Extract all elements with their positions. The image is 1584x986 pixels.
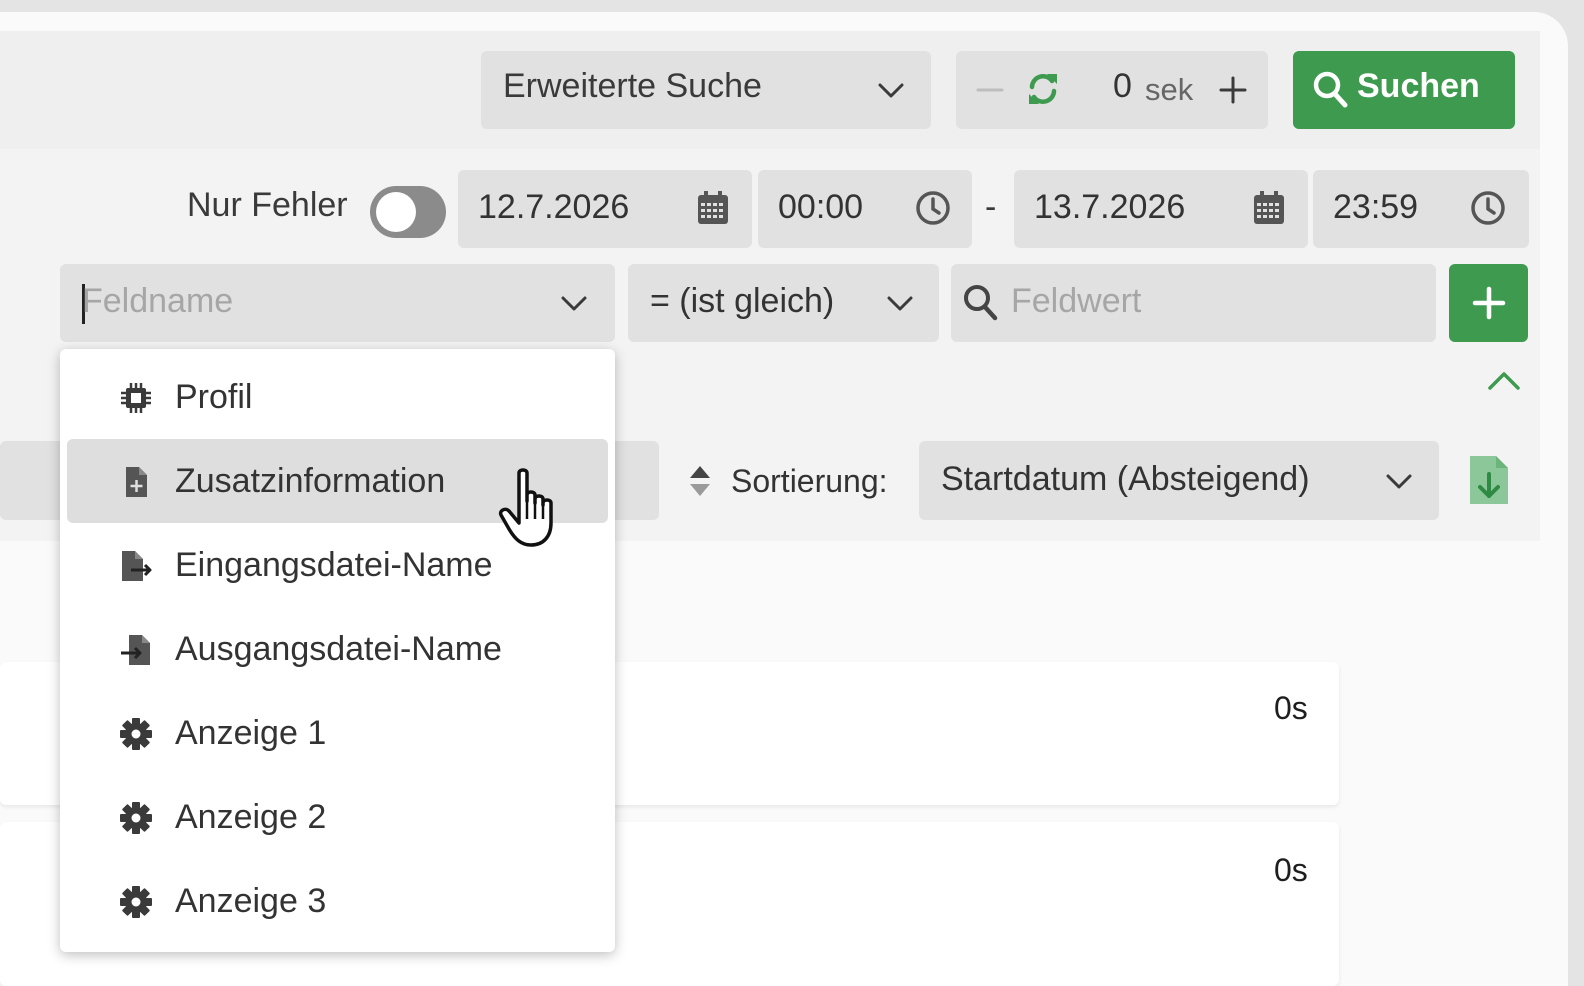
- chevron-down-icon: [886, 291, 914, 315]
- clock-icon[interactable]: [915, 190, 951, 226]
- refresh-interval-control: 0 sek: [956, 51, 1268, 129]
- start-time-value: 00:00: [778, 188, 864, 226]
- main-window: Erweiterte Suche 0 sek Suchen Nur Fehler…: [0, 12, 1568, 986]
- collapse-filters-icon[interactable]: [1486, 368, 1522, 394]
- end-date-field[interactable]: 13.7.2026: [1014, 170, 1308, 248]
- plus-icon: [1472, 286, 1506, 320]
- clock-icon[interactable]: [1470, 190, 1506, 226]
- start-date-value: 12.7.2026: [478, 188, 630, 226]
- field-name-combobox[interactable]: Feldname: [60, 264, 615, 342]
- gear-icon: [119, 801, 153, 835]
- menu-item-zusatzinformation[interactable]: Zusatzinformation: [67, 439, 608, 547]
- sort-icon: [688, 464, 712, 498]
- chevron-down-icon: [877, 78, 905, 102]
- menu-item-label: Profil: [175, 378, 253, 416]
- menu-item-anzeige-1[interactable]: Anzeige 1: [67, 691, 608, 775]
- only-errors-toggle[interactable]: [370, 186, 446, 238]
- start-time-field[interactable]: 00:00: [758, 170, 972, 248]
- date-range-separator: -: [985, 188, 997, 226]
- menu-item-anzeige-2[interactable]: Anzeige 2: [67, 775, 608, 859]
- menu-item-eingangsdatei-name[interactable]: Eingangsdatei-Name: [67, 523, 608, 607]
- decrement-icon[interactable]: [976, 78, 1004, 102]
- refresh-unit: sek: [1145, 72, 1194, 107]
- field-value-input[interactable]: Feldwert: [951, 264, 1436, 342]
- menu-item-anzeige-3[interactable]: Anzeige 3: [67, 859, 608, 943]
- search-icon: [963, 284, 999, 322]
- field-value-placeholder: Feldwert: [1011, 282, 1142, 320]
- file-plus-icon: [119, 465, 153, 499]
- menu-item-profil[interactable]: Profil: [67, 355, 608, 439]
- calendar-icon[interactable]: [1252, 190, 1286, 226]
- refresh-value: 0: [1113, 67, 1132, 105]
- file-export-icon: [119, 633, 153, 667]
- gear-icon: [119, 717, 153, 751]
- gear-icon: [119, 885, 153, 919]
- operator-select[interactable]: = (ist gleich): [628, 264, 939, 342]
- chevron-down-icon: [1385, 469, 1413, 493]
- search-mode-select[interactable]: Erweiterte Suche: [481, 51, 931, 129]
- operator-value: = (ist gleich): [650, 282, 835, 320]
- sort-select[interactable]: Startdatum (Absteigend): [919, 441, 1439, 520]
- menu-item-label: Anzeige 2: [175, 798, 327, 836]
- menu-item-label: Zusatzinformation: [175, 462, 446, 500]
- result-duration: 0s: [1274, 852, 1308, 888]
- refresh-icon[interactable]: [1024, 70, 1062, 108]
- chevron-down-icon[interactable]: [560, 291, 588, 315]
- search-icon: [1313, 71, 1349, 109]
- field-name-dropdown: Profil Zusatzinformation Eingangsdatei-N…: [60, 349, 615, 952]
- field-name-placeholder: Feldname: [82, 282, 234, 320]
- search-button-label: Suchen: [1357, 67, 1480, 105]
- search-mode-value: Erweiterte Suche: [503, 67, 762, 105]
- calendar-icon[interactable]: [696, 190, 730, 226]
- end-time-field[interactable]: 23:59: [1313, 170, 1529, 248]
- end-date-value: 13.7.2026: [1034, 188, 1186, 226]
- menu-item-label: Eingangsdatei-Name: [175, 546, 493, 584]
- search-button[interactable]: Suchen: [1293, 51, 1515, 129]
- sort-value: Startdatum (Absteigend): [941, 460, 1310, 498]
- menu-item-label: Anzeige 3: [175, 882, 327, 920]
- only-errors-label: Nur Fehler: [187, 186, 348, 224]
- file-import-icon: [119, 549, 153, 583]
- menu-item-ausgangsdatei-name[interactable]: Ausgangsdatei-Name: [67, 607, 608, 691]
- toggle-knob: [376, 192, 416, 232]
- increment-icon[interactable]: [1218, 75, 1248, 105]
- sort-label: Sortierung:: [731, 463, 888, 499]
- export-download-icon[interactable]: [1468, 454, 1510, 506]
- menu-item-label: Ausgangsdatei-Name: [175, 630, 502, 668]
- start-date-field[interactable]: 12.7.2026: [458, 170, 752, 248]
- chip-icon: [119, 381, 153, 415]
- result-duration: 0s: [1274, 690, 1308, 726]
- add-condition-button[interactable]: [1449, 264, 1528, 342]
- end-time-value: 23:59: [1333, 188, 1419, 226]
- menu-item-label: Anzeige 1: [175, 714, 327, 752]
